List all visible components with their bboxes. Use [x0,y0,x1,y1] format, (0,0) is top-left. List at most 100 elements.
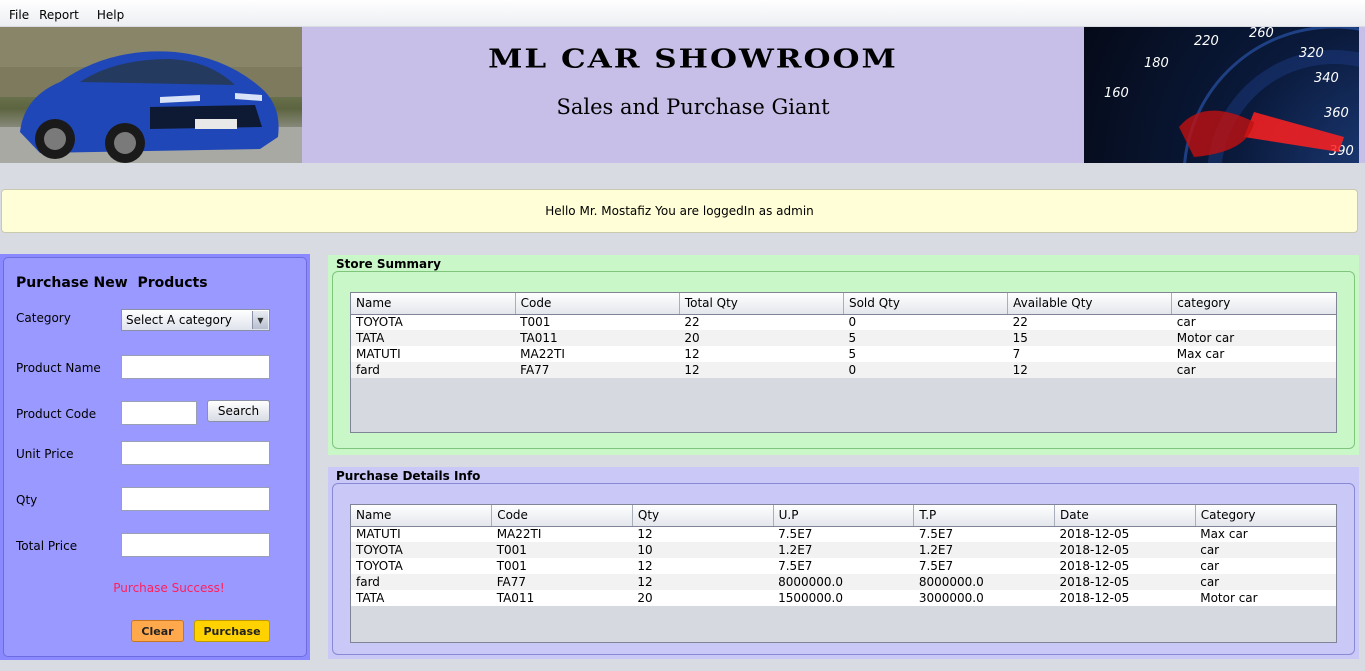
column-header-name[interactable]: Name [351,505,493,527]
table-cell: 7.5E7 [773,526,914,542]
column-header-code[interactable]: Code [491,505,633,527]
column-header-category[interactable]: Category [1195,505,1336,527]
table-header-row: Name Code Total Qty Sold Qty Available Q… [351,293,1336,315]
category-label: Category [16,311,71,325]
product-name-input[interactable] [121,355,270,379]
purchase-heading: Purchase New Products [16,275,208,291]
table-cell: 3000000.0 [913,590,1055,606]
table-cell: T001 [491,542,633,558]
column-header-sold-qty[interactable]: Sold Qty [843,293,1009,315]
table-row[interactable]: MATUTI MA22TI 12 5 7 Max car [351,346,1336,362]
table-cell: 1.2E7 [773,542,914,558]
table-header-row: Name Code Qty U.P T.P Date Category [351,505,1336,527]
table-row[interactable]: TOYOTA T001 22 0 22 car [351,314,1336,330]
search-button[interactable]: Search [207,400,270,422]
chevron-down-icon[interactable]: ▼ [252,311,268,329]
category-selected-value: Select A category [126,313,232,327]
svg-text:260: 260 [1249,27,1274,41]
table-cell: car [1195,542,1336,558]
table-cell: 0 [843,362,1008,378]
table-cell: 20 [679,330,844,346]
table-cell: T001 [491,558,633,574]
table-cell: 7.5E7 [913,526,1055,542]
login-role-text: You are loggedIn as admin [655,204,814,218]
table-cell: 2018-12-05 [1054,574,1196,590]
table-row[interactable]: TOYOTA T001 10 1.2E7 1.2E7 2018-12-05 ca… [351,542,1336,558]
menu-report[interactable]: Report [34,8,84,22]
column-header-unit-price[interactable]: U.P [773,505,915,527]
table-cell: 1.2E7 [913,542,1055,558]
table-cell: MATUTI [351,526,492,542]
table-cell: 15 [1007,330,1172,346]
car-image [0,27,302,163]
table-row[interactable]: TATA TA011 20 5 15 Motor car [351,330,1336,346]
purchase-panel: Purchase New Products Category Select A … [0,254,310,660]
table-cell: 5 [843,330,1008,346]
table-cell: 12 [679,362,844,378]
column-header-total-price[interactable]: T.P [913,505,1056,527]
purchase-form: Purchase New Products Category Select A … [3,257,307,657]
qty-input[interactable] [121,487,270,511]
table-cell: 2018-12-05 [1054,558,1196,574]
column-header-code[interactable]: Code [515,293,680,315]
purchase-details-table[interactable]: Name Code Qty U.P T.P Date Category MATU… [350,504,1337,643]
table-cell: 0 [843,314,1008,330]
unit-price-input[interactable] [121,441,270,465]
table-cell: 2018-12-05 [1054,590,1196,606]
table-cell: car [1171,314,1336,330]
table-cell: 2018-12-05 [1054,526,1196,542]
table-cell: 8000000.0 [913,574,1055,590]
table-row[interactable]: TATA TA011 20 1500000.0 3000000.0 2018-1… [351,590,1336,606]
purchase-details-panel: Purchase Details Info Name Code Qty U.P … [328,467,1359,659]
greeting-message: Hello Mr. Mostafiz [545,204,652,218]
column-header-date[interactable]: Date [1054,505,1196,527]
clear-button[interactable]: Clear [131,620,184,642]
total-price-input[interactable] [121,533,270,557]
product-name-label: Product Name [16,361,101,375]
table-row[interactable]: fard FA77 12 0 12 car [351,362,1336,378]
table-cell: 22 [1007,314,1172,330]
store-summary-table[interactable]: Name Code Total Qty Sold Qty Available Q… [350,292,1337,433]
table-row[interactable]: TOYOTA T001 12 7.5E7 7.5E7 2018-12-05 ca… [351,558,1336,574]
table-cell: TOYOTA [351,542,492,558]
table-cell: TA011 [515,330,680,346]
table-cell: 10 [632,542,774,558]
product-code-input[interactable] [121,401,197,425]
table-row[interactable]: fard FA77 12 8000000.0 8000000.0 2018-12… [351,574,1336,590]
table-cell: fard [351,574,492,590]
svg-text:180: 180 [1144,56,1169,71]
category-select[interactable]: Select A category ▼ [121,309,270,331]
table-cell: car [1195,574,1336,590]
table-cell: TA011 [491,590,633,606]
qty-label: Qty [16,493,38,507]
column-header-available-qty[interactable]: Available Qty [1007,293,1173,315]
table-cell: 7 [1007,346,1172,362]
table-cell: Motor car [1195,590,1336,606]
svg-text:220: 220 [1194,34,1219,49]
store-summary-panel: Store Summary Name Code Total Qty Sold Q… [328,255,1359,455]
table-cell: 22 [679,314,844,330]
table-cell: car [1195,558,1336,574]
table-cell: 2018-12-05 [1054,542,1196,558]
greeting-bar: Hello Mr. Mostafiz You are loggedIn as a… [1,189,1358,233]
table-row[interactable]: MATUTI MA22TI 12 7.5E7 7.5E7 2018-12-05 … [351,526,1336,542]
menu-bar: File Report Help [0,0,1365,26]
table-cell: fard [351,362,516,378]
menu-help[interactable]: Help [92,8,129,22]
table-cell: 8000000.0 [773,574,914,590]
table-cell: TOYOTA [351,314,516,330]
column-header-total-qty[interactable]: Total Qty [679,293,844,315]
table-cell: 12 [632,574,774,590]
banner-title: ML CAR SHOWROOM [488,43,898,75]
store-summary-title: Store Summary [336,257,441,271]
table-cell: T001 [515,314,680,330]
column-header-name[interactable]: Name [351,293,516,315]
purchase-button[interactable]: Purchase [194,620,270,642]
speedometer-image: 160 180 220 260 320 340 360 390 [1084,27,1359,163]
purchase-details-title: Purchase Details Info [336,469,481,483]
table-cell: Max car [1171,346,1336,362]
column-header-category[interactable]: category [1171,293,1336,315]
column-header-qty[interactable]: Qty [632,505,774,527]
table-cell: 20 [632,590,774,606]
menu-file[interactable]: File [4,8,34,22]
